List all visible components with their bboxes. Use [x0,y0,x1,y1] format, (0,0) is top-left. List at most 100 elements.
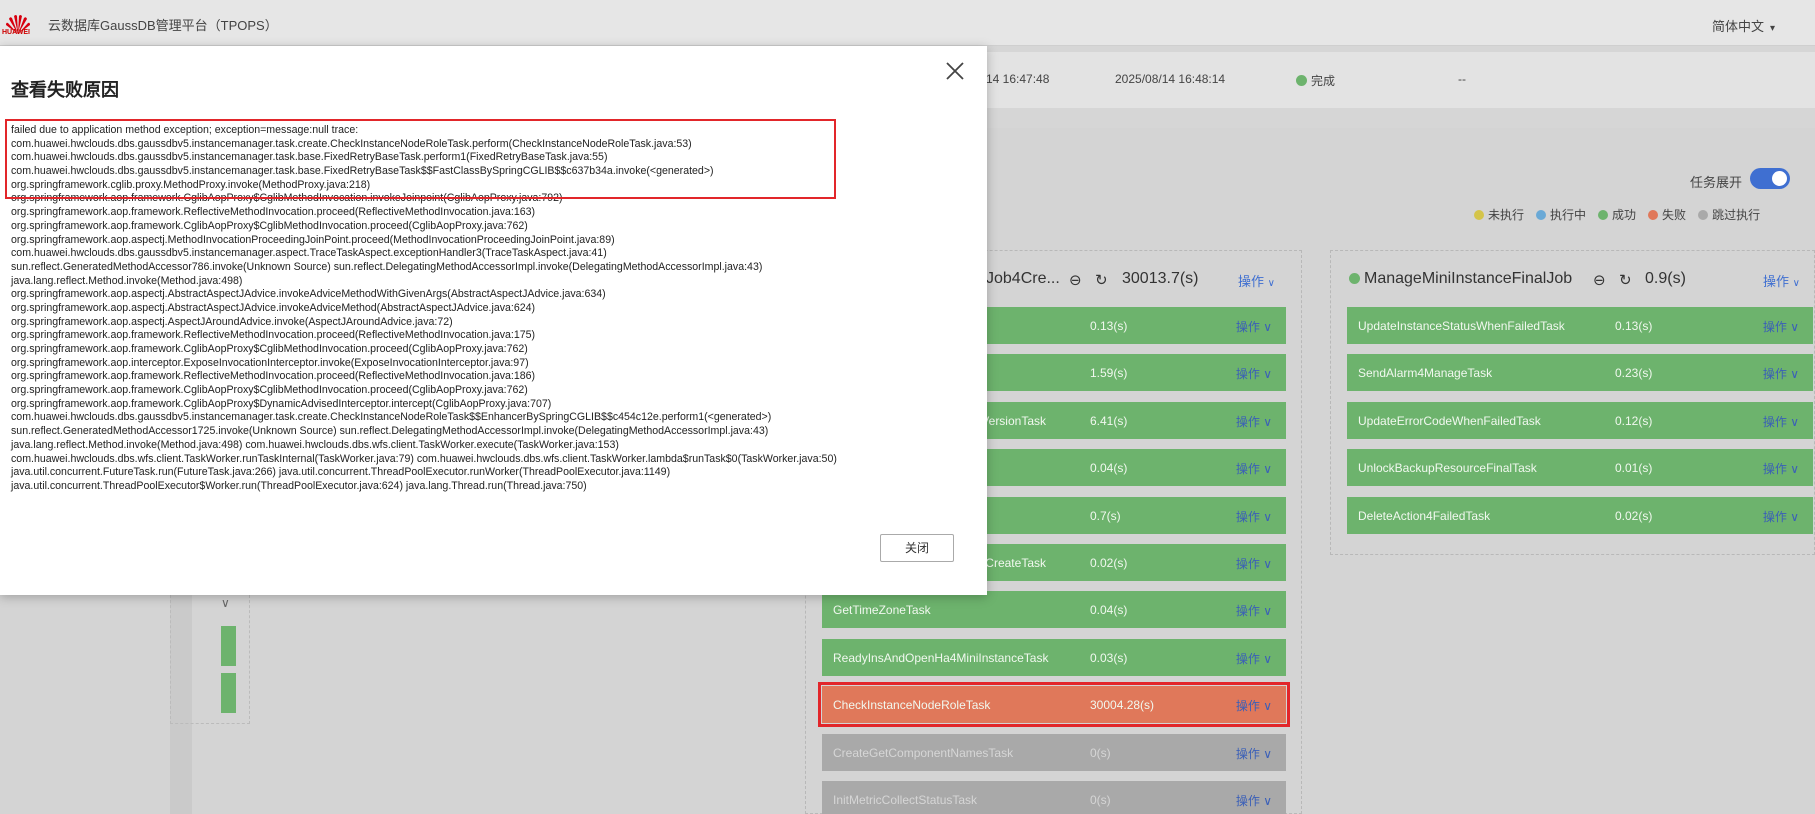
task-ops-menu[interactable]: 操作 ∨ [1236,792,1272,809]
task-ops-menu[interactable]: 操作 ∨ [1236,697,1272,714]
trace-line: org.springframework.aop.interceptor.Expo… [11,356,529,369]
task-ops-menu[interactable]: 操作 ∨ [1763,318,1799,335]
language-selector[interactable]: 简体中文 ▾ [1712,16,1775,35]
task-ops-menu[interactable]: 操作 ∨ [1236,745,1272,762]
task-duration: 0(s) [1090,793,1111,807]
task-item[interactable]: UpdateInstanceStatusWhenFailedTask 0.13(s… [1347,307,1813,344]
task-duration: 0.04(s) [1090,461,1128,476]
task-bar[interactable] [221,626,236,666]
trace-line: sun.reflect.GeneratedMethodAccessor1725.… [11,425,769,438]
task-ops-menu[interactable]: 操作 ∨ [1763,365,1799,382]
task-name: InitMetricCollectStatusTask [833,793,978,807]
legend-dot [1698,210,1709,220]
task-bar[interactable] [221,673,236,713]
trace-line: org.springframework.aop.framework.CglibA… [11,219,528,232]
trace-line: sun.reflect.GeneratedMethodAccessor786.i… [11,260,763,273]
task-duration: 0.04(s) [1090,603,1128,618]
task-ops-menu[interactable]: 操作 ∨ [1236,318,1272,335]
start-time: 14 16:47:48 [986,72,1050,86]
task-duration: 0.7(s) [1090,508,1121,523]
trace-line: java.lang.reflect.Method.invoke(Method.j… [11,274,243,287]
task-item[interactable]: ReadyInsAndOpenHa4MiniInstanceTask 0.03(s… [822,638,1286,676]
failure-reason-dialog: 查看失败原因 failed due to application method … [0,46,987,595]
language-label: 简体中文 [1711,19,1764,34]
expand-toggle[interactable] [1750,168,1790,189]
legend-label: 失败 [1662,208,1687,222]
task-name: CreateGetComponentNamesTask [833,745,1014,760]
task-item[interactable]: SendAlarm4ManageTask 0.23(s) 操作 ∨ [1347,354,1813,392]
dialog-title: 查看失败原因 [11,80,119,100]
job-name: Job4Cre... [986,270,1060,287]
ops-label: 操作 [1238,274,1265,289]
task-item[interactable]: GetTimeZoneTask 0.04(s) 操作 ∨ [822,591,1286,629]
task-ops-menu[interactable]: 操作 ∨ [1236,413,1272,430]
task-item[interactable]: CreateGetComponentNamesTask 0(s) 操作 ∨ [822,733,1286,771]
ops-label: 操作 [1763,274,1790,289]
job-duration: 30013.7(s) [1122,270,1199,287]
task-ops-menu[interactable]: 操作 ∨ [1236,365,1272,382]
trace-line: java.util.concurrent.FutureTask.run(Futu… [11,466,671,479]
task-duration: 30004.28(s) [1090,698,1155,713]
task-item[interactable]: InitMetricCollectStatusTask 0(s) 操作 ∨ [822,781,1286,814]
task-duration: 0.02(s) [1615,508,1653,523]
trace-line: org.springframework.aop.framework.CglibA… [11,384,528,397]
refresh-icon[interactable]: ↻ [1619,271,1632,289]
job-ops-menu[interactable]: 操作 ∨ [1238,271,1275,290]
task-ops-menu[interactable]: 操作 ∨ [1236,460,1272,477]
legend-dot [1536,210,1547,220]
legend-dot [1598,210,1609,220]
trace-line: org.springframework.aop.framework.Reflec… [11,329,536,342]
task-duration: 6.41(s) [1090,413,1128,428]
close-icon[interactable] [944,60,966,82]
legend-item: 失败 [1648,208,1686,222]
legend-label: 跳过执行 [1712,208,1761,222]
task-item[interactable]: UpdateErrorCodeWhenFailedTask 0.12(s) 操作 ∨ [1347,401,1813,439]
chevron-down-icon: ∨ [1267,278,1275,289]
trace-line: org.springframework.aop.aspectj.MethodIn… [11,233,615,246]
task-name: SendAlarm4ManageTask [1358,366,1493,381]
collapse-icon[interactable]: ⊖ [1069,271,1082,289]
task-item[interactable]: UnlockBackupResourceFinalTask 0.01(s) 操作 ∨ [1347,449,1813,487]
trace-line: com.huawei.hwclouds.dbs.wfs.client.TaskW… [11,452,837,465]
refresh-icon[interactable]: ↻ [1095,271,1108,289]
task-ops-menu[interactable]: 操作 ∨ [1236,555,1272,572]
top-bar: HUAWEI 云数据库GaussDB管理平台（TPOPS） 简体中文 ▾ [0,0,1815,46]
task-ops-menu[interactable]: 操作 ∨ [1236,508,1272,525]
task-ops-menu[interactable]: 操作 ∨ [1763,413,1799,430]
task-ops-menu[interactable]: 操作 ∨ [1763,460,1799,477]
task-item[interactable]: DeleteAction4FailedTask 0.02(s) 操作 ∨ [1347,496,1813,534]
task-ops-menu[interactable]: 操作 ∨ [1763,508,1799,525]
collapse-icon[interactable]: ⊖ [1593,271,1606,289]
task-duration: 1.59(s) [1090,366,1128,381]
task-item[interactable]: CheckInstanceNodeRoleTask 30004.28(s) 操作 ∨ [818,682,1290,728]
chevron-down-icon[interactable]: ∨ [221,596,230,610]
task-name: UpdateInstanceStatusWhenFailedTask [1358,319,1565,333]
task-duration: 0.13(s) [1090,319,1128,333]
task-ops-menu[interactable]: 操作 ∨ [1236,650,1272,667]
close-button[interactable]: 关闭 [880,534,954,562]
task-name: CreateTask [985,556,1046,570]
task-duration: 0.03(s) [1090,650,1128,665]
task-name: UnlockBackupResourceFinalTask [1358,461,1537,476]
job-name: ManageMiniInstanceFinalJob [1349,270,1572,288]
trace-line: org.springframework.aop.aspectj.AspectJA… [11,315,453,328]
legend-dot [1474,210,1484,220]
task-name: UpdateErrorCodeWhenFailedTask [1358,413,1541,428]
trace-line: com.huawei.hwclouds.dbs.gaussdbv5.instan… [11,411,772,424]
trace-line: java.util.concurrent.ThreadPoolExecutor$… [11,479,587,492]
trace-line: java.lang.reflect.Method.invoke(Method.j… [11,438,619,451]
task-duration: 0.23(s) [1615,366,1653,381]
trace-line: org.springframework.aop.aspectj.Abstract… [11,301,536,314]
job-duration: 0.9(s) [1645,270,1686,287]
legend-label: 执行中 [1550,208,1587,222]
logo-text: HUAWEI [2,29,30,36]
trace-line: org.springframework.aop.framework.CglibA… [11,343,528,355]
task-ops-menu[interactable]: 操作 ∨ [1236,602,1272,619]
trace-line: org.springframework.aop.framework.CglibA… [11,397,552,410]
task-name: VersionTask [981,413,1046,428]
job-ops-menu[interactable]: 操作 ∨ [1763,271,1800,290]
expand-toggle-label: 任务展开 [1690,175,1743,190]
status-badge: 完成 [1296,72,1335,89]
job-header: ManageMiniInstanceFinalJob ⊖ ↻ 0.9(s) 操作… [1331,265,1814,293]
end-time: 2025/08/14 16:48:14 [1115,72,1226,86]
